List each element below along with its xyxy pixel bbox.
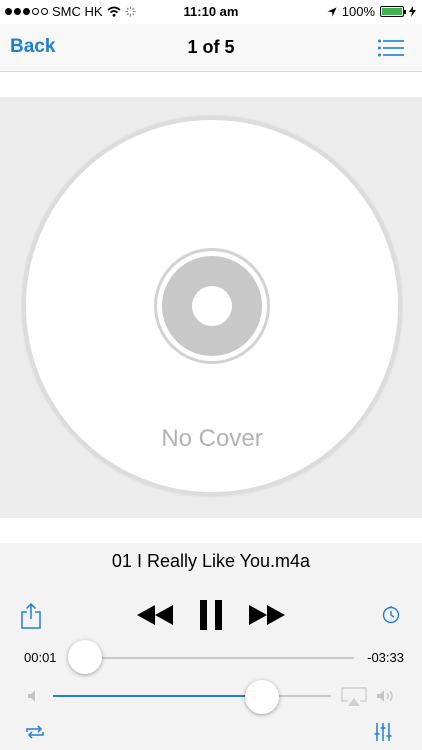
rewind-icon[interactable] [136, 603, 174, 627]
disc-hub [162, 256, 262, 356]
player-controls: 01 I Really Like You.m4a 00:01 -03:33 [0, 543, 422, 750]
location-arrow-icon [327, 7, 337, 16]
no-cover-label: No Cover [161, 425, 263, 452]
disc-hole [192, 286, 232, 326]
share-icon[interactable] [20, 603, 42, 629]
battery-percent: 100% [341, 4, 375, 19]
airplay-icon[interactable] [341, 687, 367, 707]
disc-ring [154, 248, 270, 364]
status-bar: SMC HK 11:10 am 100% [0, 0, 422, 24]
page-title: 1 of 5 [187, 37, 235, 57]
status-right: 100% [327, 4, 416, 19]
volume-slider-thumb[interactable] [244, 680, 279, 714]
volume-slider-track[interactable] [53, 695, 331, 697]
remaining-time: -03:33 [367, 650, 404, 665]
progress-slider-track[interactable] [84, 657, 354, 659]
no-cover-disc-icon: No Cover [22, 116, 402, 496]
charging-bolt-icon [409, 6, 416, 17]
volume-high-icon [377, 690, 393, 702]
track-title: 01 I Really Like You.m4a [111, 551, 311, 571]
pause-icon[interactable] [198, 599, 224, 631]
album-artwork: No Cover [0, 97, 422, 518]
elapsed-time: 00:01 [24, 650, 57, 665]
list-icon[interactable] [378, 39, 404, 57]
volume-slider-fill [53, 695, 262, 697]
volume-low-icon [28, 690, 35, 702]
navigation-bar: Back 1 of 5 [0, 24, 422, 72]
progress-slider-thumb[interactable] [68, 640, 103, 674]
battery-icon [380, 6, 406, 17]
equalizer-icon[interactable] [374, 722, 392, 742]
repeat-icon[interactable] [25, 725, 45, 739]
fast-forward-icon[interactable] [248, 603, 286, 627]
sleep-timer-icon[interactable] [381, 605, 401, 625]
